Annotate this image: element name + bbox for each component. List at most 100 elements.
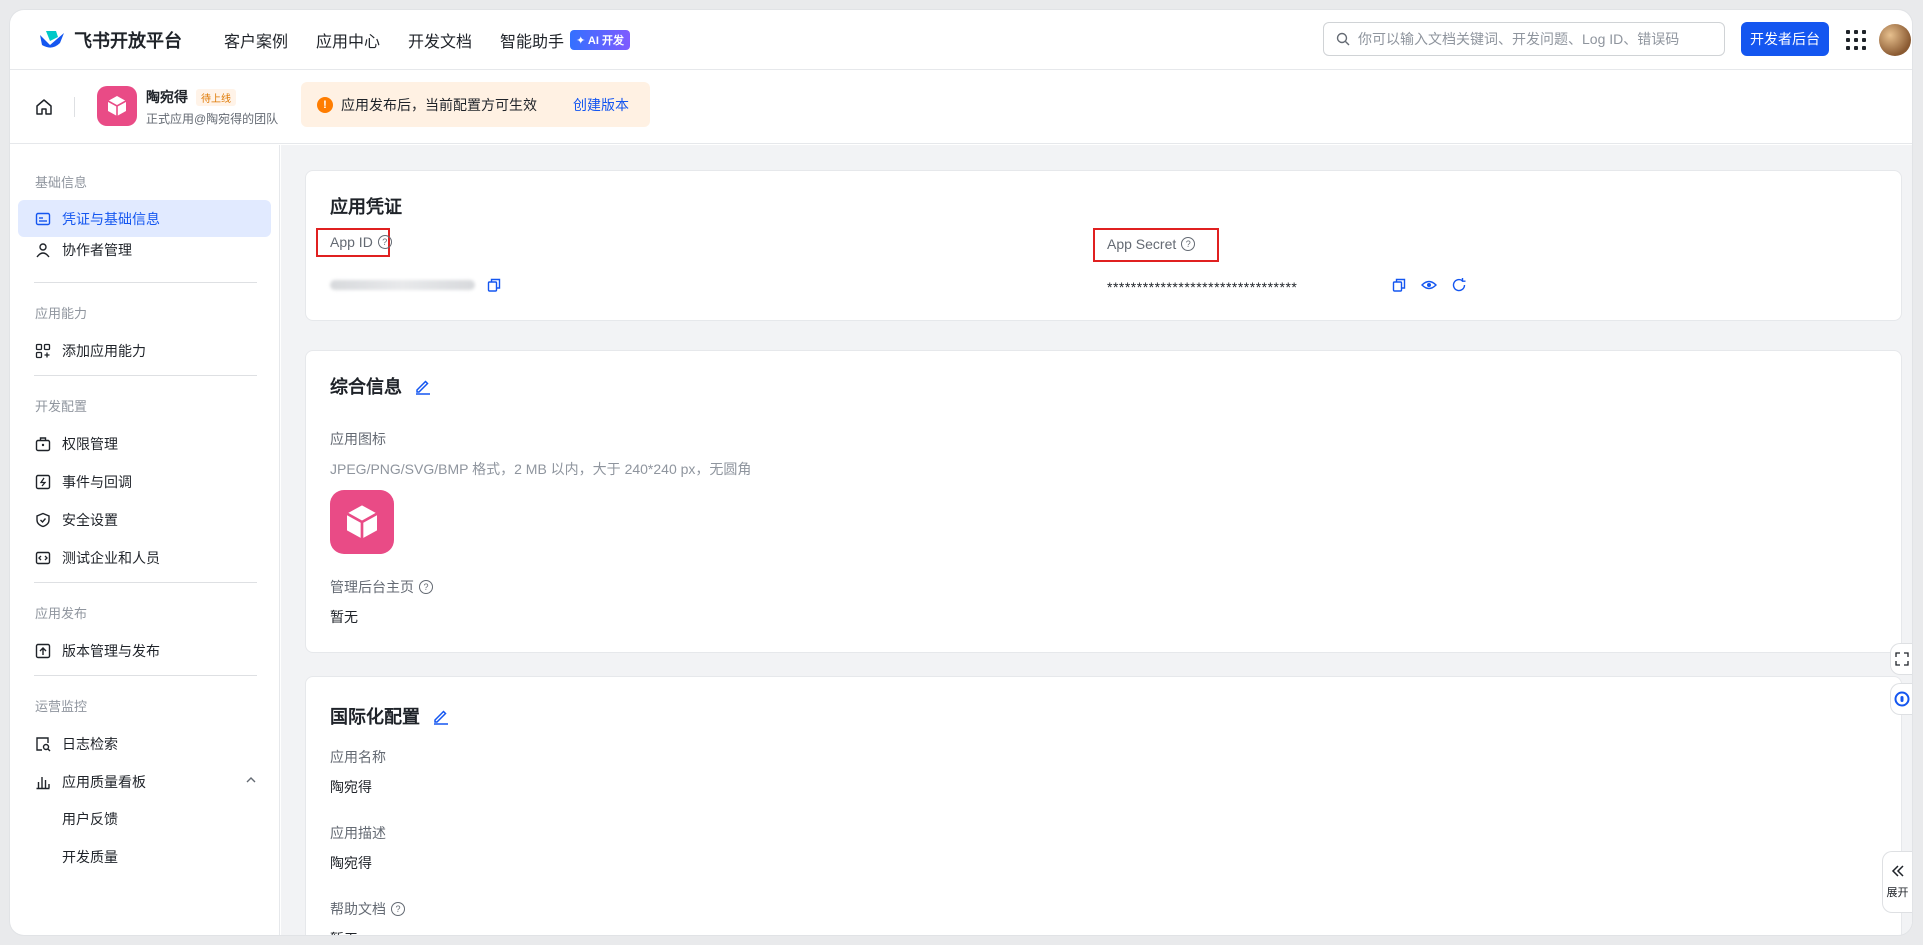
sidebar-item-label: 安全设置 [62, 511, 118, 528]
search-input[interactable] [1358, 31, 1708, 47]
nav-dev-docs[interactable]: 开发文档 [408, 28, 472, 52]
sidebar-item-user-feedback[interactable]: 用户反馈 [62, 809, 118, 829]
sidebar-item-label: 测试企业和人员 [62, 549, 160, 566]
divider [74, 97, 75, 117]
sidebar: 基础信息 凭证与基础信息 协作者管理 应用能力 添加应用能力 开发配置 权限管理… [10, 145, 280, 935]
sidebar-item-add-capability[interactable]: 添加应用能力 [18, 332, 271, 369]
app-window: 飞书开放平台 客户案例 应用中心 开发文档 智能助手 ✦ AI 开发 开发者后台 [10, 10, 1912, 935]
help-icon[interactable]: ? [1181, 237, 1196, 251]
sidebar-item-permissions[interactable]: 权限管理 [18, 425, 271, 462]
copy-icon[interactable] [1391, 277, 1407, 293]
id-card-icon [34, 210, 52, 228]
sidebar-item-events[interactable]: 事件与回调 [18, 463, 271, 500]
bar-chart-icon [34, 773, 52, 791]
sidebar-item-quality-dashboard[interactable]: 应用质量看板 [18, 763, 271, 800]
sidebar-item-security[interactable]: 安全设置 [18, 501, 271, 538]
sidebar-section-release: 应用发布 [35, 606, 88, 621]
expand-panel-button[interactable]: 展开 [1882, 851, 1912, 913]
app-id-label-text: App ID [330, 234, 373, 250]
sidebar-item-label: 事件与回调 [62, 473, 132, 490]
side-tool-scan[interactable] [1890, 643, 1912, 675]
sidebar-item-log-search[interactable]: 日志检索 [18, 725, 271, 762]
sidebar-item-label: 协作者管理 [62, 241, 132, 258]
status-badge: 待上线 [196, 88, 236, 106]
side-tool-assistant[interactable] [1890, 683, 1912, 715]
home-icon[interactable] [34, 97, 54, 117]
app-name-label: 应用名称 [330, 749, 386, 765]
sidebar-section-monitoring: 运营监控 [35, 699, 88, 714]
nav-app-center[interactable]: 应用中心 [316, 28, 380, 52]
sidebar-item-dev-quality[interactable]: 开发质量 [62, 847, 118, 867]
edit-icon[interactable] [432, 707, 450, 725]
general-info-card: 综合信息 应用图标 JPEG/PNG/SVG/BMP 格式，2 MB 以内，大于… [305, 350, 1902, 653]
sidebar-section-basic: 基础信息 [35, 175, 88, 190]
sidebar-item-test-tenants[interactable]: 测试企业和人员 [18, 539, 271, 576]
divider [34, 675, 257, 676]
nav-smart-assistant-label: 智能助手 [500, 33, 565, 51]
app-header: 陶宛得 待上线 正式应用@陶宛得的团队 ! 应用发布后，当前配置方可生效 创建版… [10, 70, 1912, 144]
publish-notice: ! 应用发布后，当前配置方可生效 创建版本 [301, 82, 650, 127]
add-grid-icon [34, 342, 52, 360]
app-id-value-redacted [330, 280, 475, 290]
divider [34, 282, 257, 283]
divider [34, 582, 257, 583]
brand-name: 飞书开放平台 [74, 30, 182, 51]
credentials-title: 应用凭证 [330, 197, 402, 217]
cube-icon [346, 505, 378, 539]
double-chevron-left-icon [1891, 865, 1904, 877]
edit-icon[interactable] [414, 377, 432, 395]
admin-homepage-label: 管理后台主页 ? [330, 577, 433, 597]
notice-text: 应用发布后，当前配置方可生效 [341, 96, 537, 113]
general-info-header: 综合信息 [330, 373, 432, 399]
credentials-card: 应用凭证 App ID ? App Secret ? *************… [305, 170, 1902, 321]
app-icon-preview[interactable] [330, 490, 394, 554]
i18n-title: 国际化配置 [330, 707, 420, 727]
sidebar-section-capabilities: 应用能力 [35, 306, 88, 321]
feishu-logo-icon [40, 30, 64, 48]
sidebar-item-label: 凭证与基础信息 [62, 210, 160, 227]
eye-icon[interactable] [1421, 277, 1437, 293]
developer-console-button[interactable]: 开发者后台 [1741, 22, 1829, 56]
copy-icon[interactable] [486, 277, 502, 293]
user-icon [34, 241, 52, 259]
app-id-label: App ID ? [330, 234, 392, 250]
expand-label: 展开 [1886, 887, 1909, 899]
main-content: 应用凭证 App ID ? App Secret ? *************… [281, 145, 1912, 935]
search-box[interactable] [1323, 22, 1725, 56]
app-name-text: 陶宛得 [146, 89, 188, 105]
app-name-value: 陶宛得 [330, 779, 372, 795]
app-grid-icon[interactable] [1846, 30, 1866, 50]
help-icon[interactable]: ? [419, 580, 433, 594]
refresh-icon[interactable] [1451, 277, 1467, 293]
help-icon[interactable]: ? [377, 235, 392, 249]
scan-icon [1894, 652, 1909, 666]
ai-dev-badge: ✦ AI 开发 [570, 29, 630, 50]
admin-homepage-label-text: 管理后台主页 [330, 579, 414, 595]
admin-homepage-value: 暂无 [330, 609, 358, 625]
nav-customer-cases[interactable]: 客户案例 [224, 28, 288, 52]
divider [34, 375, 257, 376]
shield-icon [34, 511, 52, 529]
sidebar-section-dev-config: 开发配置 [35, 399, 88, 414]
nav-smart-assistant[interactable]: 智能助手 ✦ AI 开发 [500, 28, 630, 52]
app-name: 陶宛得 待上线 [146, 87, 236, 107]
sidebar-item-label: 应用质量看板 [62, 773, 146, 790]
app-icon-label: 应用图标 [330, 431, 386, 447]
briefcase-icon [34, 435, 52, 453]
app-icon-hint: JPEG/PNG/SVG/BMP 格式，2 MB 以内，大于 240*240 p… [330, 461, 752, 477]
sidebar-item-versions[interactable]: 版本管理与发布 [18, 632, 271, 669]
sidebar-item-collaborators[interactable]: 协作者管理 [18, 231, 271, 268]
create-version-link[interactable]: 创建版本 [573, 95, 629, 115]
brand-logo[interactable]: 飞书开放平台 [38, 27, 182, 53]
chevron-up-icon[interactable] [245, 774, 257, 786]
app-icon [97, 86, 137, 126]
assistant-icon [1894, 691, 1909, 707]
log-search-icon [34, 735, 52, 753]
code-icon [34, 549, 52, 567]
help-icon[interactable]: ? [391, 902, 405, 916]
app-subtitle: 正式应用@陶宛得的团队 [146, 112, 279, 126]
top-navigation: 飞书开放平台 客户案例 应用中心 开发文档 智能助手 ✦ AI 开发 开发者后台 [10, 10, 1912, 70]
nav-links: 客户案例 应用中心 开发文档 智能助手 ✦ AI 开发 [224, 28, 658, 52]
event-icon [34, 473, 52, 491]
avatar[interactable] [1879, 24, 1911, 56]
